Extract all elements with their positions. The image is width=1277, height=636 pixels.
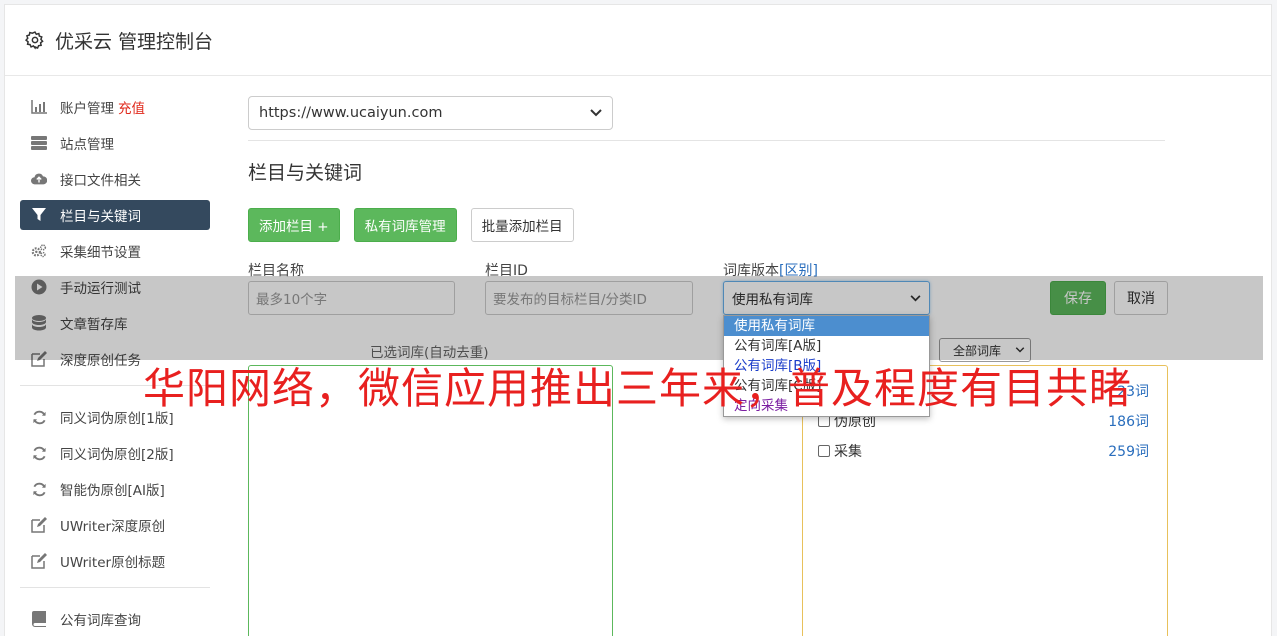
lib-version-select[interactable]: 使用私有词库 <box>723 281 930 315</box>
lib-checkbox[interactable]: 采集 <box>818 441 862 461</box>
sidebar-item-label: 采集细节设置 <box>60 245 141 261</box>
dropdown-option[interactable]: 使用私有词库 <box>724 316 929 336</box>
diff-link[interactable]: [区别] <box>779 263 818 279</box>
save-button[interactable]: 保存 <box>1050 281 1106 315</box>
sidebar-item-label: 文章暂存库 <box>60 317 128 333</box>
refresh-icon <box>31 409 47 425</box>
site-select[interactable]: https://www.ucaiyun.com <box>248 96 613 130</box>
filter-icon <box>31 207 47 223</box>
column-id-input[interactable]: 要发布的目标栏目/分类ID <box>485 281 693 315</box>
cancel-button[interactable]: 取消 <box>1114 281 1168 315</box>
column-name-input[interactable]: 最多10个字 <box>248 281 455 315</box>
sidebar-item-label: 栏目与关键词 <box>60 209 141 225</box>
page-header: 优采云 管理控制台 <box>5 5 1271 76</box>
sidebar-item-label: 深度原创任务 <box>60 353 141 369</box>
refresh-icon <box>31 445 47 461</box>
sidebar-item-collect-settings[interactable]: 采集细节设置 <box>20 236 210 266</box>
gear-icon <box>25 31 44 50</box>
private-lib-button[interactable]: 私有词库管理 <box>353 208 457 242</box>
sidebar-item-uwriter-title[interactable]: UWriter原创标题 <box>20 546 210 576</box>
sidebar-item-label: 同义词伪原创[2版] <box>60 447 174 463</box>
sidebar-item-label: UWriter深度原创 <box>60 519 166 535</box>
refresh-icon <box>31 481 47 497</box>
sidebar-item-synonym-v2[interactable]: 同义词伪原创[2版] <box>20 438 210 468</box>
sidebar-item-label: 接口文件相关 <box>60 173 141 189</box>
sidebar-item-columns[interactable]: 栏目与关键词 <box>20 200 210 230</box>
sidebar-item-uwriter-original[interactable]: UWriter深度原创 <box>20 510 210 540</box>
sidebar-item-label: UWriter原创标题 <box>60 555 166 571</box>
recharge-link[interactable]: 充值 <box>118 97 145 117</box>
sidebar-item-label: 公有词库查询 <box>60 613 141 629</box>
sidebar-item-label: 账户管理 <box>60 101 114 117</box>
play-circle-icon <box>31 279 47 295</box>
sidebar-item-article-storage[interactable]: 文章暂存库 <box>20 308 210 338</box>
lib-count: 259词 <box>1108 444 1149 460</box>
divider <box>248 140 1165 141</box>
chevron-down-icon <box>910 294 921 301</box>
sidebar-item-label: 站点管理 <box>60 137 114 153</box>
book-icon <box>31 611 47 627</box>
chevron-down-icon <box>1015 347 1025 353</box>
chevron-down-icon <box>590 109 602 117</box>
watermark-text: 华阳网络，微信应用推出三年来，普及程度有目共睹 <box>143 364 1133 413</box>
lib-version-value: 使用私有词库 <box>732 292 813 308</box>
edit-icon <box>31 351 47 367</box>
lib-version-label: 词库版本[区别] <box>723 263 818 279</box>
database-icon <box>31 315 47 331</box>
column-name-label: 栏目名称 <box>248 263 304 279</box>
page-title: 优采云 管理控制台 <box>55 30 214 53</box>
site-select-value: https://www.ucaiyun.com <box>259 105 443 121</box>
sidebar-item-label: 智能伪原创[AI版] <box>60 483 165 499</box>
add-column-button[interactable]: 添加栏目 + <box>248 208 340 242</box>
bar-chart-icon <box>31 99 47 115</box>
batch-add-column-button[interactable]: 批量添加栏目 <box>470 208 574 242</box>
sidebar-item-account[interactable]: 账户管理 充值 <box>20 92 210 122</box>
sidebar-divider <box>20 587 210 588</box>
sidebar-item-manual-test[interactable]: 手动运行测试 <box>20 272 210 302</box>
sidebar-item-ai-rewrite[interactable]: 智能伪原创[AI版] <box>20 474 210 504</box>
lib-item[interactable]: 采集 259词 <box>818 441 1149 461</box>
section-title: 栏目与关键词 <box>248 162 363 184</box>
server-icon <box>31 135 47 151</box>
column-id-label: 栏目ID <box>485 263 528 279</box>
main-content: https://www.ucaiyun.com 栏目与关键词 添加栏目 + 私有… <box>243 96 1165 280</box>
edit-icon <box>31 517 47 533</box>
sidebar-item-sites[interactable]: 站点管理 <box>20 128 210 158</box>
cogs-icon <box>31 243 47 259</box>
dropdown-option[interactable]: 公有词库[A版] <box>724 336 929 356</box>
cloud-upload-icon <box>31 171 47 187</box>
sidebar-item-public-lib[interactable]: 公有词库查询 <box>20 604 210 634</box>
edit-icon <box>31 553 47 569</box>
sidebar-item-interface[interactable]: 接口文件相关 <box>20 164 210 194</box>
sidebar-item-label: 手动运行测试 <box>60 281 141 297</box>
checkbox[interactable] <box>818 445 830 457</box>
